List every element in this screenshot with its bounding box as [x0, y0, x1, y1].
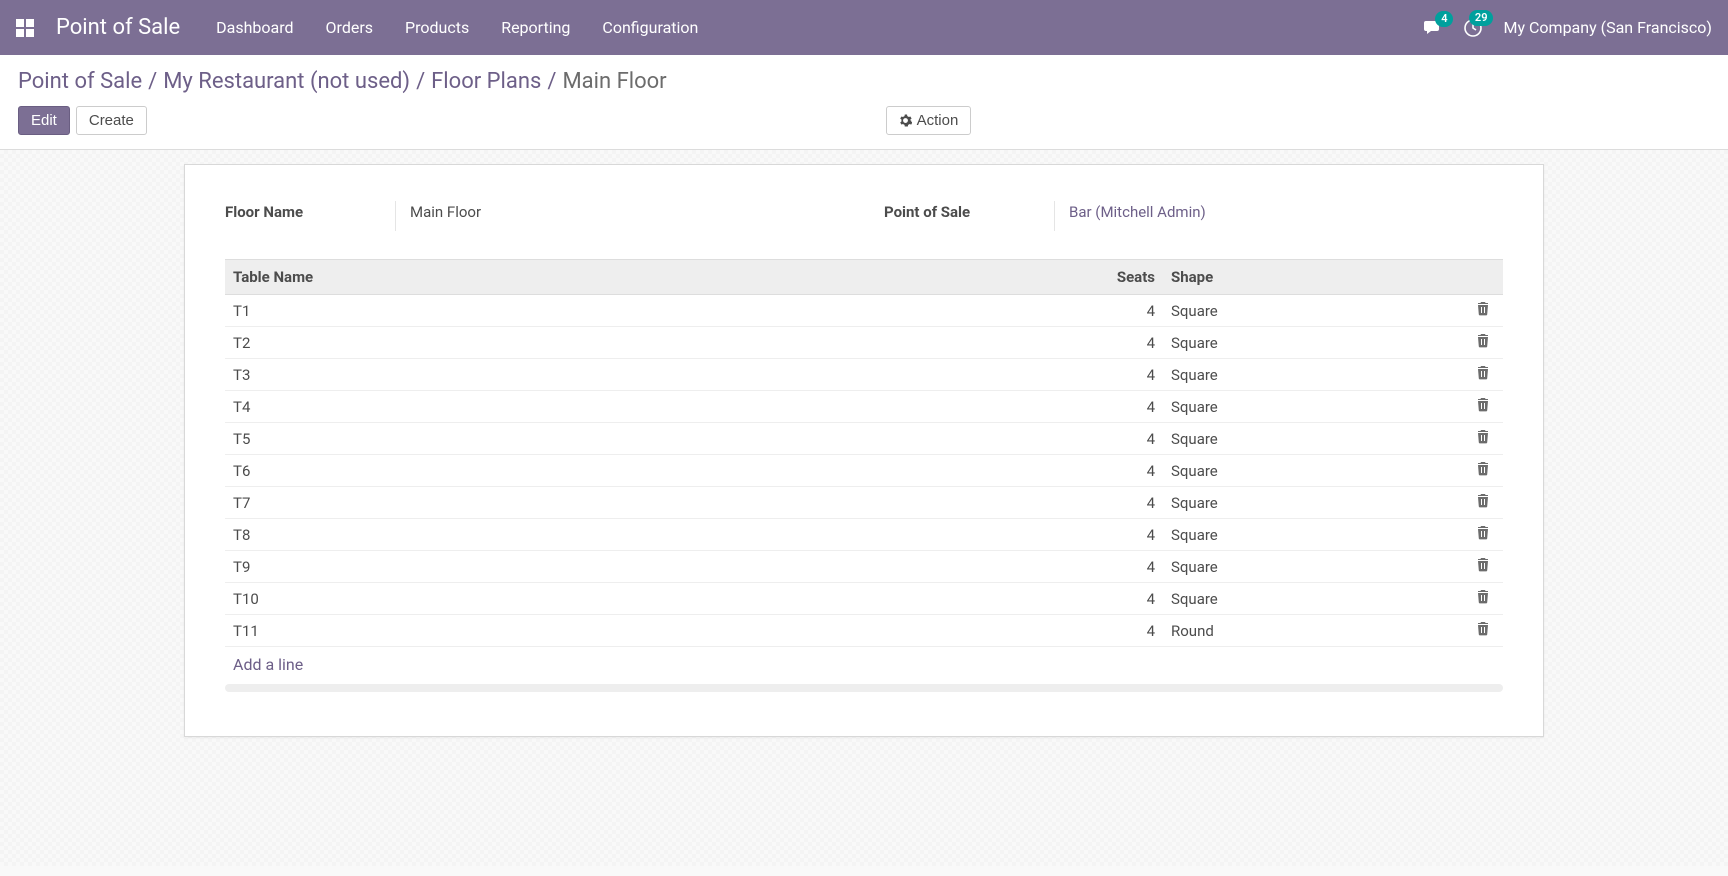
trash-icon[interactable] — [1476, 429, 1490, 444]
table-row[interactable]: T114Round — [225, 615, 1503, 647]
trash-icon[interactable] — [1476, 493, 1490, 508]
cell-name[interactable]: T6 — [225, 455, 1053, 487]
cell-seats[interactable]: 4 — [1053, 423, 1163, 455]
cell-shape[interactable]: Square — [1163, 583, 1463, 615]
nav-products[interactable]: Products — [405, 18, 469, 37]
cell-name[interactable]: T2 — [225, 327, 1053, 359]
trash-icon[interactable] — [1476, 397, 1490, 412]
cell-shape[interactable]: Square — [1163, 423, 1463, 455]
cell-seats[interactable]: 4 — [1053, 327, 1163, 359]
cell-shape[interactable]: Square — [1163, 359, 1463, 391]
cell-name[interactable]: T5 — [225, 423, 1053, 455]
nav-reporting[interactable]: Reporting — [501, 18, 570, 37]
table-row[interactable]: T104Square — [225, 583, 1503, 615]
company-selector[interactable]: My Company (San Francisco) — [1503, 18, 1712, 37]
cell-seats[interactable]: 4 — [1053, 359, 1163, 391]
main-navbar: Point of Sale Dashboard Orders Products … — [0, 0, 1728, 55]
floor-name-label: Floor Name — [225, 201, 385, 221]
cell-seats[interactable]: 4 — [1053, 487, 1163, 519]
brand-title[interactable]: Point of Sale — [56, 15, 180, 40]
pos-label: Point of Sale — [884, 201, 1044, 221]
activities-badge: 29 — [1469, 10, 1494, 26]
table-row[interactable]: T44Square — [225, 391, 1503, 423]
col-header-seats[interactable]: Seats — [1053, 260, 1163, 295]
table-row[interactable]: T14Square — [225, 295, 1503, 327]
table-row[interactable]: T24Square — [225, 327, 1503, 359]
trash-icon[interactable] — [1476, 557, 1490, 572]
col-header-delete — [1463, 260, 1503, 295]
breadcrumb-sep: / — [547, 69, 556, 94]
table-row[interactable]: T94Square — [225, 551, 1503, 583]
cell-name[interactable]: T7 — [225, 487, 1053, 519]
cell-shape[interactable]: Square — [1163, 391, 1463, 423]
cell-name[interactable]: T3 — [225, 359, 1053, 391]
nav-menu: Dashboard Orders Products Reporting Conf… — [216, 18, 698, 37]
gear-icon — [899, 114, 912, 127]
cell-name[interactable]: T11 — [225, 615, 1053, 647]
action-label: Action — [917, 112, 959, 129]
apps-icon[interactable] — [16, 19, 34, 37]
form-sheet: Floor Name Main Floor Point of Sale Bar … — [184, 164, 1544, 737]
col-header-shape[interactable]: Shape — [1163, 260, 1463, 295]
content-area: Floor Name Main Floor Point of Sale Bar … — [0, 150, 1728, 866]
cell-seats[interactable]: 4 — [1053, 295, 1163, 327]
create-button[interactable]: Create — [76, 106, 147, 135]
table-row[interactable]: T64Square — [225, 455, 1503, 487]
cell-shape[interactable]: Round — [1163, 615, 1463, 647]
action-button[interactable]: Action — [886, 106, 972, 135]
breadcrumb-restaurant[interactable]: My Restaurant (not used) — [163, 69, 410, 94]
cell-shape[interactable]: Square — [1163, 519, 1463, 551]
edit-button[interactable]: Edit — [18, 106, 70, 135]
activities-button[interactable]: 29 — [1463, 18, 1483, 38]
breadcrumb-current: Main Floor — [562, 69, 666, 94]
horizontal-scrollbar[interactable] — [225, 684, 1503, 692]
nav-configuration[interactable]: Configuration — [602, 18, 698, 37]
breadcrumb-floorplans[interactable]: Floor Plans — [431, 69, 541, 94]
breadcrumb-sep: / — [148, 69, 157, 94]
nav-orders[interactable]: Orders — [326, 18, 373, 37]
breadcrumb: Point of Sale / My Restaurant (not used)… — [18, 69, 1710, 94]
cell-name[interactable]: T1 — [225, 295, 1053, 327]
cell-shape[interactable]: Square — [1163, 295, 1463, 327]
cell-name[interactable]: T4 — [225, 391, 1053, 423]
cell-name[interactable]: T9 — [225, 551, 1053, 583]
breadcrumb-sep: / — [416, 69, 425, 94]
trash-icon[interactable] — [1476, 525, 1490, 540]
pos-value[interactable]: Bar (Mitchell Admin) — [1054, 201, 1503, 231]
breadcrumb-pos[interactable]: Point of Sale — [18, 69, 142, 94]
cell-shape[interactable]: Square — [1163, 327, 1463, 359]
cell-name[interactable]: T10 — [225, 583, 1053, 615]
cell-seats[interactable]: 4 — [1053, 519, 1163, 551]
cell-seats[interactable]: 4 — [1053, 391, 1163, 423]
table-row[interactable]: T84Square — [225, 519, 1503, 551]
trash-icon[interactable] — [1476, 589, 1490, 604]
floor-name-value: Main Floor — [395, 201, 844, 231]
cell-seats[interactable]: 4 — [1053, 615, 1163, 647]
trash-icon[interactable] — [1476, 301, 1490, 316]
table-row[interactable]: T74Square — [225, 487, 1503, 519]
cell-seats[interactable]: 4 — [1053, 455, 1163, 487]
add-line-link[interactable]: Add a line — [225, 647, 1503, 682]
control-panel: Point of Sale / My Restaurant (not used)… — [0, 55, 1728, 150]
cell-seats[interactable]: 4 — [1053, 551, 1163, 583]
trash-icon[interactable] — [1476, 621, 1490, 636]
cell-name[interactable]: T8 — [225, 519, 1053, 551]
trash-icon[interactable] — [1476, 333, 1490, 348]
messages-button[interactable]: 4 — [1423, 19, 1443, 37]
trash-icon[interactable] — [1476, 461, 1490, 476]
nav-dashboard[interactable]: Dashboard — [216, 18, 293, 37]
cell-seats[interactable]: 4 — [1053, 583, 1163, 615]
table-row[interactable]: T54Square — [225, 423, 1503, 455]
cell-shape[interactable]: Square — [1163, 487, 1463, 519]
cell-shape[interactable]: Square — [1163, 455, 1463, 487]
tables-list: Table Name Seats Shape T14SquareT24Squar… — [225, 259, 1503, 647]
table-row[interactable]: T34Square — [225, 359, 1503, 391]
messages-badge: 4 — [1435, 11, 1453, 27]
col-header-name[interactable]: Table Name — [225, 260, 1053, 295]
cell-shape[interactable]: Square — [1163, 551, 1463, 583]
trash-icon[interactable] — [1476, 365, 1490, 380]
